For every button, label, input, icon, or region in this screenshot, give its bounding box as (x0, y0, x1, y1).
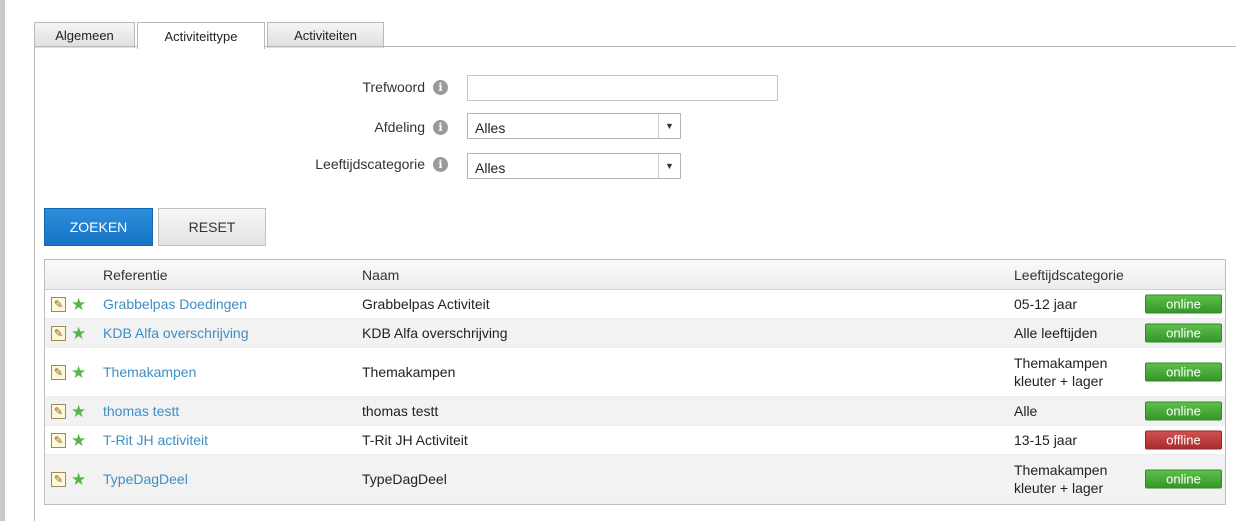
header-referentie[interactable]: Referentie (103, 260, 168, 290)
afdeling-select-value: Alles (475, 120, 506, 136)
pencil-edit-icon[interactable]: ✎ (51, 403, 66, 419)
leeftijd-line-2: kleuter + lager (1014, 480, 1104, 496)
pencil-edit-icon[interactable]: ✎ (51, 471, 66, 487)
star-icon[interactable]: ★ (71, 403, 86, 420)
star-icon[interactable]: ★ (71, 471, 86, 488)
header-leeftijdscategorie[interactable]: Leeftijdscategorie (1014, 260, 1124, 290)
pencil-edit-icon[interactable]: ✎ (51, 432, 66, 448)
leeftijd-cell: 05-12 jaar (1014, 296, 1078, 312)
referentie-link[interactable]: T-Rit JH activiteit (103, 426, 208, 454)
trefwoord-label-text: Trefwoord (362, 79, 425, 95)
pencil-edit-icon[interactable]: ✎ (51, 364, 66, 380)
star-icon[interactable]: ★ (71, 432, 86, 449)
naam-cell: T-Rit JH Activiteit (362, 432, 468, 448)
referentie-link[interactable]: KDB Alfa overschrijving (103, 319, 249, 347)
leeftijd-line-1: Themakampen (1014, 462, 1108, 478)
afdeling-label: Afdeling i (250, 116, 448, 138)
leeftijd-label-text: Leeftijdscategorie (315, 156, 425, 172)
referentie-link[interactable]: Grabbelpas Doedingen (103, 290, 247, 318)
row-actions: ✎ ★ (51, 397, 86, 425)
table-row: ✎ ★ Themakampen Themakampen Themakampen … (45, 348, 1225, 397)
info-icon[interactable]: i (433, 79, 448, 95)
star-icon[interactable]: ★ (71, 325, 86, 342)
table-row: ✎ ★ Grabbelpas Doedingen Grabbelpas Acti… (45, 290, 1225, 319)
search-button[interactable]: ZOEKEN (44, 208, 153, 246)
chevron-down-icon[interactable]: ▼ (658, 154, 680, 178)
results-table: Referentie Naam Leeftijdscategorie ✎ ★ G… (44, 259, 1226, 505)
row-actions: ✎ ★ (51, 290, 86, 318)
table-row: ✎ ★ TypeDagDeel TypeDagDeel Themakampen … (45, 455, 1225, 504)
row-actions: ✎ ★ (51, 348, 86, 396)
leeftijd-cell: Alle leeftijden (1014, 325, 1098, 341)
chevron-down-icon[interactable]: ▼ (658, 114, 680, 138)
info-icon[interactable]: i (433, 119, 448, 135)
naam-cell: Grabbelpas Activiteit (362, 296, 490, 312)
naam-cell: thomas testt (362, 403, 439, 419)
star-icon[interactable]: ★ (71, 364, 86, 381)
table-header: Referentie Naam Leeftijdscategorie (45, 260, 1225, 290)
status-badge[interactable]: online (1145, 469, 1222, 489)
info-icon[interactable]: i (433, 156, 448, 172)
naam-cell: KDB Alfa overschrijving (362, 325, 508, 341)
leeftijd-line-1: Themakampen (1014, 355, 1108, 371)
status-badge[interactable]: online (1145, 362, 1222, 382)
leeftijd-cell: Themakampen kleuter + lager (1014, 455, 1107, 503)
header-naam[interactable]: Naam (362, 260, 399, 290)
afdeling-select[interactable]: Alles ▼ (467, 113, 681, 139)
leeftijd-cell: Themakampen kleuter + lager (1014, 348, 1107, 396)
row-actions: ✎ ★ (51, 319, 86, 347)
leeftijd-cell: 13-15 jaar (1014, 432, 1078, 448)
status-badge[interactable]: online (1145, 294, 1222, 314)
status-badge[interactable]: offline (1145, 430, 1222, 450)
tab-activiteittype[interactable]: Activiteittype (137, 22, 265, 49)
naam-cell: TypeDagDeel (362, 471, 447, 487)
trefwoord-input[interactable] (467, 75, 778, 101)
leeftijd-line-2: kleuter + lager (1014, 373, 1104, 389)
referentie-link[interactable]: TypeDagDeel (103, 455, 188, 503)
table-row: ✎ ★ thomas testt thomas testt Alle onlin… (45, 397, 1225, 426)
tab-algemeen[interactable]: Algemeen (34, 22, 135, 48)
trefwoord-label: Trefwoord i (250, 76, 448, 98)
tab-bar: Algemeen Activiteittype Activiteiten (34, 21, 386, 49)
leeftijd-label: Leeftijdscategorie i (250, 153, 448, 175)
referentie-link[interactable]: thomas testt (103, 397, 179, 425)
left-border (0, 0, 5, 521)
table-row: ✎ ★ T-Rit JH activiteit T-Rit JH Activit… (45, 426, 1225, 455)
reset-button[interactable]: RESET (158, 208, 266, 246)
row-actions: ✎ ★ (51, 426, 86, 454)
afdeling-label-text: Afdeling (374, 119, 425, 135)
star-icon[interactable]: ★ (71, 296, 86, 313)
leeftijd-select[interactable]: Alles ▼ (467, 153, 681, 179)
tab-activiteiten[interactable]: Activiteiten (267, 22, 384, 48)
leeftijd-cell: Alle (1014, 403, 1038, 419)
referentie-link[interactable]: Themakampen (103, 348, 196, 396)
pencil-edit-icon[interactable]: ✎ (51, 325, 66, 341)
pencil-edit-icon[interactable]: ✎ (51, 296, 66, 312)
naam-cell: Themakampen (362, 364, 456, 380)
status-badge[interactable]: online (1145, 401, 1222, 421)
table-row: ✎ ★ KDB Alfa overschrijving KDB Alfa ove… (45, 319, 1225, 348)
leeftijd-select-value: Alles (475, 160, 506, 176)
row-actions: ✎ ★ (51, 455, 86, 503)
status-badge[interactable]: online (1145, 323, 1222, 343)
